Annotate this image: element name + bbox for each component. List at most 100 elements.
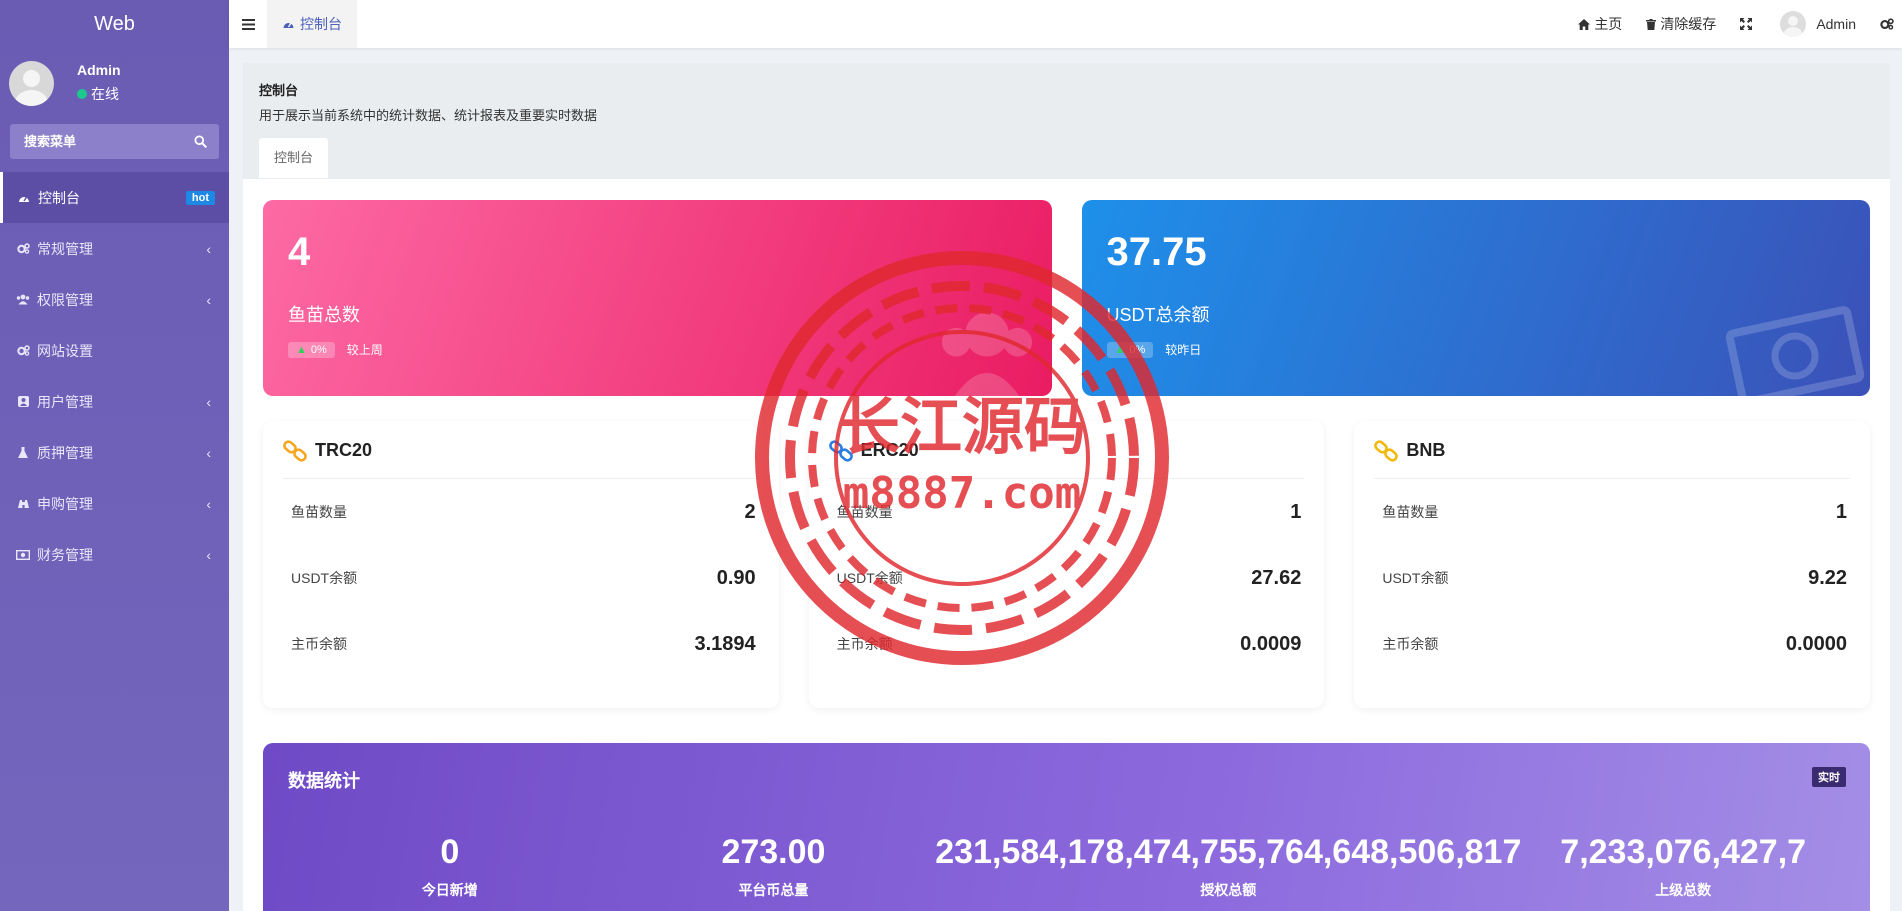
- row-value: 9.22: [1808, 566, 1848, 589]
- main-content: 控制台 用于展示当前系统中的统计数据、统计报表及重要实时数据 控制台 4 鱼苗总…: [243, 63, 1890, 911]
- row-label: 主币余额: [1382, 636, 1439, 652]
- tab-dashboard[interactable]: 控制台: [267, 0, 357, 48]
- chain-card-trc20: TRC20 鱼苗数量 2 USDT余额 0.90 主币余额 3.1894: [263, 421, 779, 708]
- binoculars-icon: [16, 498, 30, 510]
- menu-search-input[interactable]: [24, 134, 174, 149]
- sidebar-item-site-settings[interactable]: 网站设置: [0, 325, 229, 376]
- stat-value: 4: [288, 230, 311, 274]
- sidebar-item-subscription[interactable]: 申购管理 ‹: [0, 478, 229, 529]
- chain-row: TRC20 鱼苗数量 2 USDT余额 0.90 主币余额 3.1894 ERC20 …: [263, 421, 1871, 708]
- admin-label: Admin: [1816, 16, 1856, 32]
- money-icon: [16, 549, 30, 561]
- data-stats-panel: 数据统计 实时 0 今日新增 273.00 平台币总量 231,584,178,47…: [263, 743, 1870, 911]
- row-label: 鱼苗数量: [291, 504, 347, 520]
- sidebar-item-label: 控制台: [38, 189, 80, 206]
- dashboard-body: 4 鱼苗总数 ▲ 0% 较上周 37.75 USDT总余额 ▲ 0% 较昨日 T…: [243, 200, 1890, 911]
- chevron-left-icon: ‹: [206, 444, 211, 461]
- sidebar-item-label: 质押管理: [37, 444, 93, 461]
- stat-row: 4 鱼苗总数 ▲ 0% 较上周 37.75 USDT总余额 ▲ 0% 较昨日: [263, 200, 1870, 396]
- data-stats-row: 0 今日新增 273.00 平台币总量 231,584,178,474,755,76…: [288, 833, 1845, 900]
- compare-label: 较昨日: [1165, 343, 1202, 357]
- sidebar-item-dashboard[interactable]: 控制台 hot: [0, 172, 229, 223]
- page-title: 控制台: [259, 83, 299, 98]
- chain-name: TRC20: [315, 440, 373, 460]
- clear-cache-label: 清除缓存: [1660, 16, 1717, 32]
- sidebar-item-label: 用户管理: [37, 393, 93, 410]
- row-label: 鱼苗数量: [836, 504, 893, 520]
- row-value: 0.90: [716, 566, 756, 589]
- row-value: 1: [1835, 500, 1848, 523]
- arrow-up-icon: ▲: [296, 343, 307, 356]
- stat-value: 7,233,076,427,7: [1560, 833, 1807, 871]
- avatar[interactable]: [9, 60, 54, 106]
- stat-auth-total: 231,584,178,474,755,764,648,506,817 授权总额: [935, 833, 1521, 900]
- pct-value: 0%: [310, 343, 327, 356]
- online-dot-icon: [77, 89, 87, 99]
- clear-cache-button[interactable]: 清除缓存: [1634, 0, 1728, 48]
- realtime-badge: 实时: [1812, 767, 1846, 787]
- user-status-label: 在线: [91, 86, 119, 102]
- user-panel: Admin 在线: [0, 48, 229, 118]
- flask-icon: [16, 447, 30, 459]
- dashboard-icon: [17, 192, 31, 204]
- home-icon: [1578, 18, 1591, 30]
- chain-card-bnb: BNB 鱼苗数量 1 USDT余额 9.22 主币余额 0.0000: [1354, 421, 1871, 708]
- link-icon: [1374, 439, 1399, 462]
- top-header: 控制台 主页 清除缓存 Admin: [229, 0, 1902, 48]
- pct-badge: ▲ 0%: [1106, 341, 1154, 358]
- sidebar-item-staking[interactable]: 质押管理 ‹: [0, 427, 229, 478]
- search-icon[interactable]: [194, 135, 207, 148]
- stat-value: 273.00: [721, 833, 826, 871]
- chain-row-main: 主币余额 0.0000: [1374, 611, 1850, 677]
- sidebar-item-finance[interactable]: 财务管理 ‹: [0, 529, 229, 580]
- home-label: 主页: [1594, 16, 1623, 32]
- chain-row-fry: 鱼苗数量 1: [1374, 479, 1850, 545]
- row-label: USDT余额: [836, 570, 903, 586]
- row-label: 鱼苗数量: [1382, 504, 1439, 520]
- chain-row-fry: 鱼苗数量 1: [829, 479, 1305, 545]
- sidebar-menu: 控制台 hot 常规管理 ‹ 权限管理 ‹ 网站设置 用户管理 ‹ 质押管理 ‹…: [0, 172, 229, 580]
- row-label: USDT余额: [1382, 570, 1449, 586]
- chain-header: ERC20: [828, 439, 1305, 479]
- sidebar-item-permissions[interactable]: 权限管理 ‹: [0, 274, 229, 325]
- chevron-left-icon: ‹: [206, 240, 211, 257]
- link-icon: [283, 439, 307, 462]
- admin-menu[interactable]: Admin: [1768, 0, 1868, 48]
- data-stats-title: 数据统计: [288, 771, 360, 791]
- stat-label: 授权总额: [1200, 882, 1257, 898]
- page-header: 控制台 用于展示当前系统中的统计数据、统计报表及重要实时数据 控制台: [243, 63, 1890, 179]
- group-icon: [16, 294, 30, 306]
- user-square-icon: [16, 396, 30, 408]
- row-label: 主币余额: [836, 636, 893, 652]
- chain-header: TRC20: [283, 439, 759, 479]
- stat-value: 0: [440, 833, 460, 871]
- settings-button[interactable]: [1868, 0, 1902, 48]
- dashboard-icon: [283, 22, 294, 28]
- sidebar-item-general[interactable]: 常规管理 ‹: [0, 223, 229, 274]
- brand-logo[interactable]: Web: [0, 0, 229, 48]
- sidebar: Web Admin 在线 控制台 hot 常规管理 ‹: [0, 0, 229, 911]
- home-link[interactable]: 主页: [1566, 0, 1634, 48]
- avatar: [1780, 11, 1807, 37]
- arrow-up-icon: ▲: [1114, 343, 1126, 356]
- page-description: 用于展示当前系统中的统计数据、统计报表及重要实时数据: [259, 108, 598, 123]
- trash-icon: [1646, 18, 1657, 30]
- chain-name: ERC20: [860, 440, 919, 460]
- fullscreen-icon: [1740, 18, 1753, 30]
- users-bg-icon: [941, 312, 1032, 396]
- chain-row-main: 主币余额 3.1894: [283, 611, 759, 677]
- chevron-left-icon: ‹: [206, 291, 211, 308]
- chevron-left-icon: ‹: [206, 546, 211, 563]
- tab-dashboard-content[interactable]: 控制台: [259, 138, 329, 178]
- sidebar-item-users[interactable]: 用户管理 ‹: [0, 376, 229, 427]
- user-info: Admin 在线: [77, 62, 121, 104]
- row-value: 27.62: [1251, 566, 1302, 589]
- chain-name: BNB: [1406, 440, 1446, 460]
- menu-search: [10, 124, 219, 159]
- sidebar-item-label: 申购管理: [37, 495, 93, 512]
- pct-value: 0%: [1129, 343, 1146, 356]
- row-value: 3.1894: [694, 632, 756, 655]
- stat-today-new: 0 今日新增: [288, 833, 612, 900]
- menu-toggle-icon[interactable]: [229, 0, 267, 48]
- fullscreen-button[interactable]: [1728, 0, 1768, 48]
